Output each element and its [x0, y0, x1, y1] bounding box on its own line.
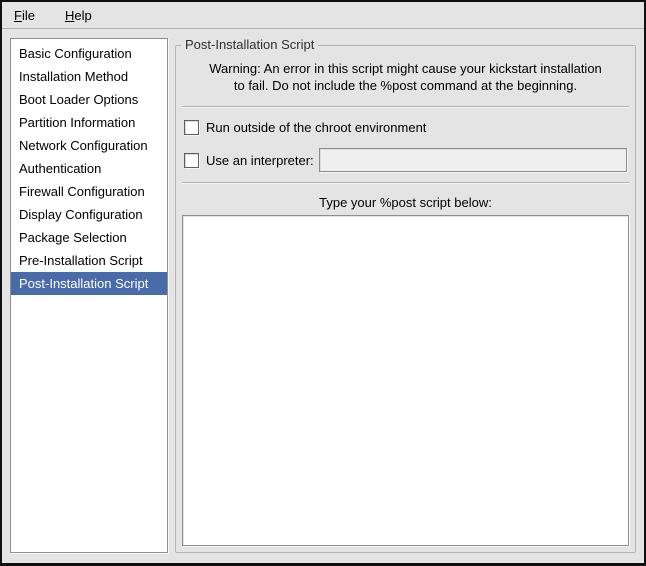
- sidebar-item-package-selection[interactable]: Package Selection: [11, 226, 167, 249]
- menu-file[interactable]: File: [10, 6, 39, 25]
- sidebar-item-boot-loader-options[interactable]: Boot Loader Options: [11, 88, 167, 111]
- section-list: Basic Configuration Installation Method …: [10, 38, 168, 553]
- main-panel: Post-Installation Script Warning: An err…: [175, 38, 636, 553]
- interpreter-checkbox-row: Use an interpreter:: [184, 148, 627, 172]
- menubar: File Help: [2, 2, 644, 29]
- chroot-checkbox-label: Run outside of the chroot environment: [206, 120, 426, 135]
- sidebar-item-firewall-configuration[interactable]: Firewall Configuration: [11, 180, 167, 203]
- menu-file-label: File: [14, 8, 35, 23]
- content-area: Basic Configuration Installation Method …: [2, 29, 644, 563]
- interpreter-checkbox[interactable]: [184, 153, 199, 168]
- sidebar-item-authentication[interactable]: Authentication: [11, 157, 167, 180]
- warning-line-2: to fail. Do not include the %post comman…: [234, 78, 577, 93]
- warning-line-1: Warning: An error in this script might c…: [209, 61, 602, 76]
- sidebar-item-basic-configuration[interactable]: Basic Configuration: [11, 42, 167, 65]
- sidebar-item-post-installation-script[interactable]: Post-Installation Script: [11, 272, 167, 295]
- post-installation-frame: Post-Installation Script Warning: An err…: [175, 45, 636, 553]
- frame-title: Post-Installation Script: [181, 37, 318, 52]
- chroot-checkbox-row[interactable]: Run outside of the chroot environment: [184, 118, 627, 136]
- sidebar-item-partition-information[interactable]: Partition Information: [11, 111, 167, 134]
- separator: [182, 182, 629, 184]
- sidebar-item-installation-method[interactable]: Installation Method: [11, 65, 167, 88]
- menu-help[interactable]: Help: [61, 6, 96, 25]
- sidebar-item-display-configuration[interactable]: Display Configuration: [11, 203, 167, 226]
- script-area-label: Type your %post script below:: [182, 195, 629, 210]
- interpreter-input[interactable]: [319, 148, 627, 172]
- interpreter-checkbox-label: Use an interpreter:: [206, 153, 314, 168]
- sidebar-item-network-configuration[interactable]: Network Configuration: [11, 134, 167, 157]
- chroot-checkbox[interactable]: [184, 120, 199, 135]
- post-script-textarea[interactable]: [182, 215, 629, 546]
- menu-help-label: Help: [65, 8, 92, 23]
- warning-text: Warning: An error in this script might c…: [182, 60, 629, 94]
- separator: [182, 106, 629, 108]
- sidebar-item-pre-installation-script[interactable]: Pre-Installation Script: [11, 249, 167, 272]
